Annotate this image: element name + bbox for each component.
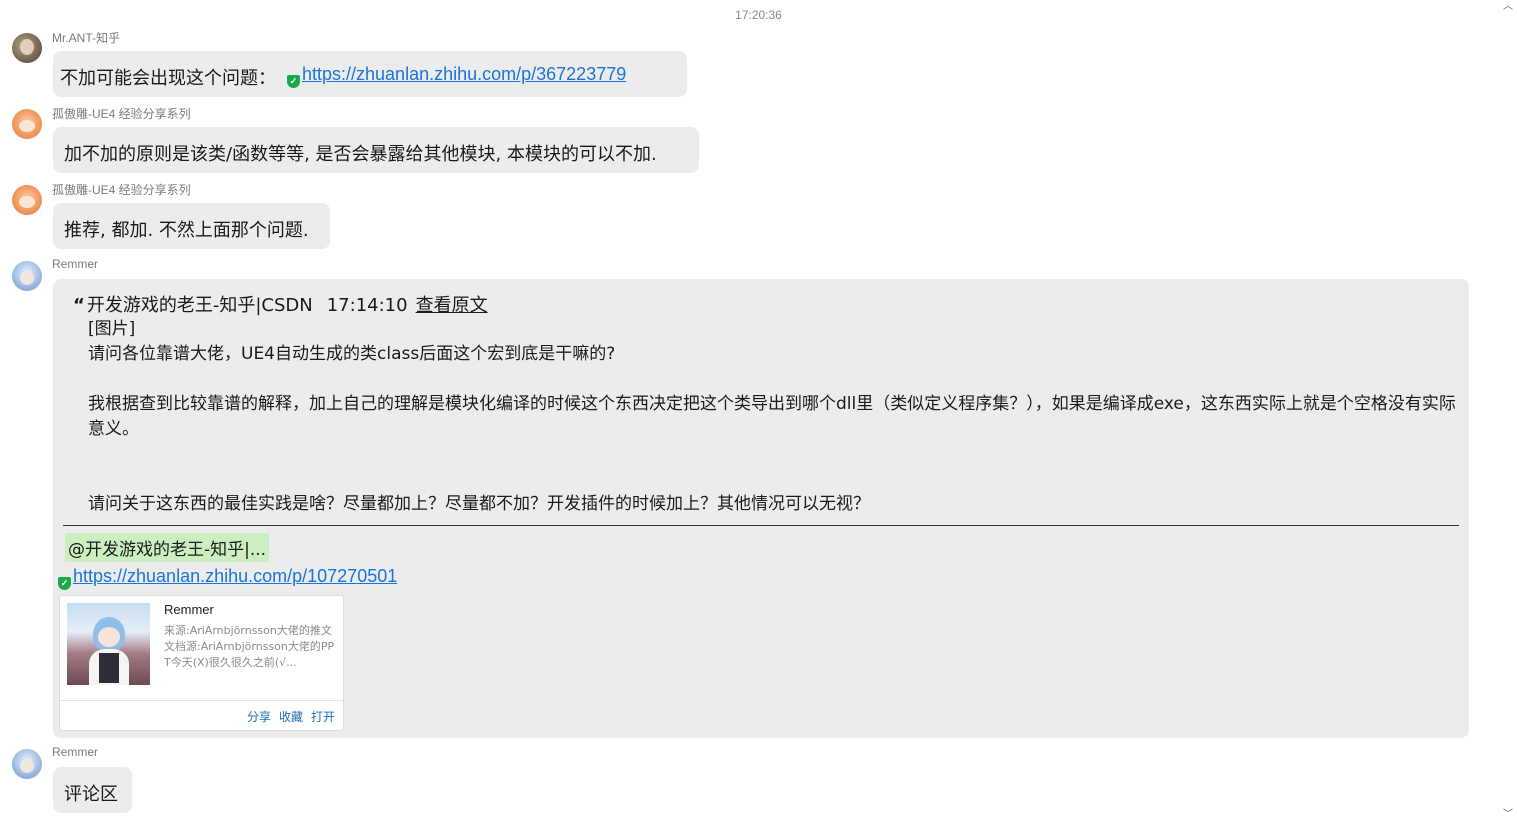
message-text: 加不加的原则是该类/函数等等, 是否会暴露给其他模块, 本模块的可以不加. (64, 144, 657, 165)
mention-tag[interactable]: @开发游戏的老王-知乎|... (65, 533, 270, 562)
avatar[interactable] (12, 109, 42, 139)
avatar[interactable] (12, 185, 42, 215)
link-preview-card[interactable]: Remmer 来源:AriArnbjörnsson大佬的推文文档源:AriArn… (59, 595, 344, 731)
card-description: 来源:AriArnbjörnsson大佬的推文文档源:AriArnbjörnss… (164, 624, 335, 669)
message-bubble: 评论区 (53, 767, 132, 813)
shield-check-icon: ✓ (58, 577, 71, 590)
sender-name: Remmer (52, 257, 99, 271)
shield-check-icon: ✓ (287, 75, 300, 88)
avatar[interactable] (12, 261, 42, 291)
share-button[interactable]: 分享 (247, 710, 271, 724)
card-title: Remmer (164, 602, 214, 617)
chat-timestamp: 17:20:36 (735, 8, 782, 22)
quote-header: “开发游戏的老王-知乎|CSDN 17:14:10 查看原文 (73, 291, 488, 317)
message-link[interactable]: https://zhuanlan.zhihu.com/p/367223779 (302, 64, 626, 84)
quote-author: 开发游戏的老王-知乎|CSDN (86, 295, 313, 316)
link-wrapper: ✓ https://zhuanlan.zhihu.com/p/367223779 (287, 64, 626, 88)
chevron-up-icon[interactable]: ︿ (1503, 2, 1513, 12)
message-bubble: “开发游戏的老王-知乎|CSDN 17:14:10 查看原文 [图片] 请问各位靠谱… (53, 279, 1469, 738)
chevron-down-icon[interactable]: ﹀ (1503, 810, 1513, 820)
avatar[interactable] (12, 33, 42, 63)
card-divider (60, 700, 343, 701)
quote-line: [图片] (88, 319, 136, 339)
message-bubble: 不加可能会出现这个问题： ✓ https://zhuanlan.zhihu.com… (53, 51, 687, 97)
quote-divider (63, 525, 1459, 526)
message-text: 不加可能会出现这个问题： (60, 68, 276, 89)
quote-line: 我根据查到比较靠谱的解释，加上自己的理解是模块化编译的时候这个东西决定把这个类导… (88, 394, 1456, 439)
view-original-link[interactable]: 查看原文 (416, 295, 488, 316)
quote-line: 请问各位靠谱大佬，UE4自动生成的类class后面这个宏到底是干嘛的? (88, 344, 616, 364)
message-bubble: 加不加的原则是该类/函数等等, 是否会暴露给其他模块, 本模块的可以不加. (53, 127, 699, 173)
quote-time: 17:14:10 (326, 295, 408, 316)
quote-line: 请问关于这东西的最佳实践是啥？尽量都加上？尽量都不加？开发插件的时候加上？其他情… (88, 494, 870, 514)
quote-body: [图片] 请问各位靠谱大佬，UE4自动生成的类class后面这个宏到底是干嘛的?… (88, 317, 1458, 517)
message-link[interactable]: https://zhuanlan.zhihu.com/p/107270501 (73, 566, 397, 586)
sender-name: Remmer (52, 745, 99, 759)
sender-name: 孤傲雕-UE4 经验分享系列 (52, 107, 191, 121)
link-wrapper: ✓ https://zhuanlan.zhihu.com/p/107270501 (58, 566, 397, 590)
sender-name: 孤傲雕-UE4 经验分享系列 (52, 183, 191, 197)
favorite-button[interactable]: 收藏 (279, 710, 303, 724)
message-text: 推荐, 都加. 不然上面那个问题. (64, 220, 309, 241)
card-thumbnail (67, 603, 150, 685)
quote-mark: “ (73, 295, 85, 316)
avatar[interactable] (12, 749, 42, 779)
message-bubble: 推荐, 都加. 不然上面那个问题. (53, 203, 330, 249)
sender-name: Mr.ANT-知乎 (52, 31, 120, 45)
open-button[interactable]: 打开 (311, 710, 335, 724)
message-text: 评论区 (64, 784, 118, 805)
card-actions: 分享 收藏 打开 (239, 708, 335, 725)
